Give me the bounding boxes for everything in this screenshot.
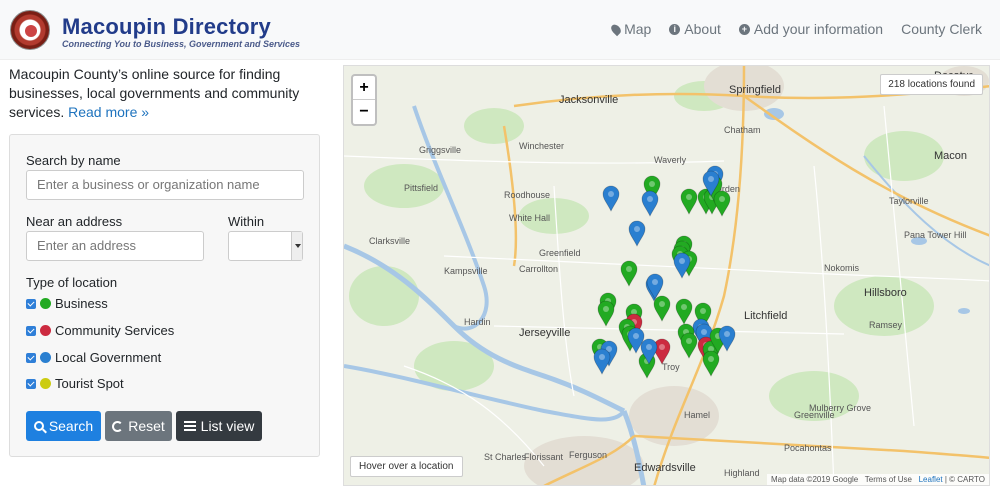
within-select[interactable]: [228, 231, 303, 261]
place-label: Ramsey: [869, 320, 903, 330]
tourist-spot-dot-icon: [40, 378, 51, 389]
type-business[interactable]: Business: [26, 296, 108, 311]
search-icon: [33, 421, 44, 431]
map-view[interactable]: DecaturSpringfieldJacksonvilleChathamGri…: [343, 65, 990, 486]
place-label: Hardin: [464, 317, 491, 327]
type-of-location-label: Type of location: [26, 275, 118, 290]
intro-text: Macoupin County’s online source for find…: [9, 65, 319, 122]
place-label: White Hall: [509, 213, 550, 223]
info-icon: i: [669, 23, 681, 35]
place-label: St Charles: [484, 452, 527, 462]
business-label: Business: [55, 296, 108, 311]
name-search-input[interactable]: Enter a business or organization name: [26, 170, 304, 200]
hover-info-box: Hover over a location: [350, 456, 463, 477]
place-label: Roodhouse: [504, 190, 550, 200]
place-label: Winchester: [519, 141, 564, 151]
place-label: Litchfield: [744, 310, 787, 322]
type-tourist-spot[interactable]: Tourist Spot: [26, 376, 124, 391]
locations-count: 218 locations found: [880, 74, 983, 95]
county-seal-logo[interactable]: [10, 10, 50, 50]
place-label: Carrollton: [519, 264, 558, 274]
community-services-checkbox[interactable]: [26, 325, 36, 336]
seal-center: [25, 25, 37, 37]
site-subtitle: Connecting You to Business, Government a…: [62, 39, 301, 49]
place-label: Macon: [934, 150, 967, 162]
place-label: Pocahontas: [784, 443, 832, 453]
tourist-spot-label: Tourist Spot: [55, 376, 124, 391]
map-attribution: Map data ©2019 Google Terms of Use Leafl…: [766, 474, 989, 485]
zoom-control: + −: [351, 74, 377, 126]
select-arrow-icon: [291, 232, 302, 260]
list-icon: [183, 421, 196, 431]
search-button[interactable]: Search: [26, 411, 101, 441]
business-checkbox[interactable]: [26, 298, 36, 309]
nav-county-clerk[interactable]: County Clerk: [901, 21, 982, 37]
place-label: Nokomis: [824, 263, 860, 273]
navbar: Macoupin Directory Connecting You to Bus…: [0, 0, 1000, 60]
intro-description: Macoupin County’s online source for find…: [9, 66, 300, 120]
place-label: Taylorville: [889, 196, 929, 206]
plus-circle-icon: +: [738, 23, 750, 35]
place-label: Jerseyville: [519, 327, 570, 339]
nav-add-information[interactable]: + Add your information: [738, 21, 884, 37]
type-community-services[interactable]: Community Services: [26, 323, 174, 338]
place-label: Jacksonville: [559, 94, 618, 106]
main-nav: Map i About + Add your information Count…: [609, 21, 982, 37]
place-label: Griggsville: [419, 145, 461, 155]
place-label: Ferguson: [569, 450, 607, 460]
local-government-checkbox[interactable]: [26, 352, 36, 363]
place-label: Pittsfield: [404, 183, 438, 193]
place-label: Pana Tower Hill: [904, 230, 966, 240]
map-marker-icon: [609, 22, 623, 36]
leaflet-link[interactable]: Leaflet: [919, 475, 943, 484]
terms-of-use-link[interactable]: Terms of Use: [865, 475, 912, 484]
nav-map-label: Map: [624, 21, 652, 37]
attribution-data: Map data ©2019 Google: [770, 475, 859, 484]
refresh-icon: [112, 420, 124, 432]
nav-about-label: About: [684, 21, 721, 37]
list-view-button[interactable]: List view: [176, 411, 262, 441]
place-label: Edwardsville: [634, 462, 696, 474]
place-label: Hillsboro: [864, 287, 907, 299]
place-label: Hamel: [684, 410, 710, 420]
nav-map[interactable]: Map: [609, 21, 652, 37]
place-label: Waverly: [654, 155, 687, 165]
place-label: Greenfield: [539, 248, 581, 258]
tourist-spot-checkbox[interactable]: [26, 378, 36, 389]
business-dot-icon: [40, 298, 51, 309]
search-by-name-label: Search by name: [26, 153, 121, 168]
place-label: Springfield: [729, 84, 781, 96]
place-label: Chatham: [724, 125, 761, 135]
map-canvas[interactable]: DecaturSpringfieldJacksonvilleChathamGri…: [344, 66, 990, 486]
within-label: Within: [228, 214, 265, 229]
nav-county-clerk-label: County Clerk: [901, 21, 982, 37]
nav-about[interactable]: i About: [669, 21, 721, 37]
place-label: Florissant: [524, 452, 564, 462]
zoom-out-button[interactable]: −: [353, 100, 375, 124]
read-more-link[interactable]: Read more »: [68, 104, 149, 120]
community-services-dot-icon: [40, 325, 51, 336]
place-label: Troy: [662, 362, 680, 372]
list-view-button-label: List view: [200, 418, 255, 434]
community-services-label: Community Services: [55, 323, 175, 338]
local-government-dot-icon: [40, 352, 51, 363]
reset-button[interactable]: Reset: [105, 411, 172, 441]
carto-attribution: | © CARTO: [944, 475, 985, 484]
reset-button-label: Reset: [128, 418, 165, 434]
zoom-in-button[interactable]: +: [353, 76, 375, 100]
search-button-label: Search: [48, 418, 94, 434]
search-panel: Search by name Enter a business or organ…: [9, 134, 320, 457]
place-label: Clarksville: [369, 236, 410, 246]
address-input[interactable]: Enter an address: [26, 231, 204, 261]
local-government-label: Local Government: [55, 350, 162, 365]
place-label: Highland: [724, 468, 760, 478]
site-title[interactable]: Macoupin Directory: [62, 14, 271, 40]
place-label: Mulberry Grove: [809, 403, 871, 413]
place-label: Kampsville: [444, 266, 488, 276]
nav-add-information-label: Add your information: [753, 21, 884, 37]
type-local-government[interactable]: Local Government: [26, 350, 161, 365]
near-address-label: Near an address: [26, 214, 123, 229]
